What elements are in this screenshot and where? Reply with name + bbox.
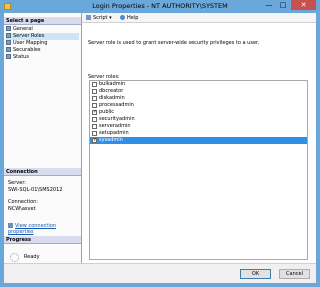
role-checkbox[interactable]	[92, 124, 97, 129]
button-bar: OK Cancel	[4, 263, 316, 283]
left-panel: Select a page General Server Roles User …	[4, 13, 82, 263]
role-bulkadmin[interactable]: bulkadmin	[90, 81, 307, 88]
page-icon	[6, 47, 11, 52]
minimize-button[interactable]: —	[262, 0, 276, 10]
role-serveradmin[interactable]: serveradmin	[90, 123, 307, 130]
page-item-status[interactable]: Status	[6, 54, 79, 61]
progress-status: Ready	[24, 254, 40, 260]
role-checkbox-checked[interactable]: ✓	[92, 138, 97, 143]
role-dbcreator[interactable]: dbcreator	[90, 88, 307, 95]
page-item-securables[interactable]: Securables	[6, 47, 79, 54]
role-checkbox[interactable]	[92, 117, 97, 122]
role-checkbox[interactable]	[92, 131, 97, 136]
help-button[interactable]: Help	[120, 15, 138, 21]
help-label: Help	[127, 15, 139, 21]
script-icon	[86, 15, 91, 20]
role-label: processadmin	[99, 102, 134, 108]
role-label: bulkadmin	[99, 81, 126, 87]
role-securityadmin[interactable]: securityadmin	[90, 116, 307, 123]
page-item-label: Server Roles	[13, 33, 45, 39]
server-roles-list[interactable]: bulkadmin dbcreator diskadmin processadm…	[89, 80, 308, 260]
page-item-general[interactable]: General	[6, 26, 79, 33]
close-button[interactable]: ✕	[291, 0, 316, 10]
page-item-label: Securables	[13, 47, 41, 53]
connection-header: Connection	[4, 168, 81, 176]
role-label: serveradmin	[99, 123, 131, 129]
select-page-header: Select a page	[4, 17, 81, 25]
page-item-user-mapping[interactable]: User Mapping	[6, 40, 79, 47]
role-setupadmin[interactable]: setupadmin	[90, 130, 307, 137]
page-icon	[6, 54, 11, 59]
role-checkbox[interactable]	[92, 103, 97, 108]
role-checkbox[interactable]	[92, 96, 97, 101]
dialog-client-area: Select a page General Server Roles User …	[4, 13, 316, 283]
role-sysadmin[interactable]: ✓ sysadmin	[90, 137, 307, 144]
role-label: dbcreator	[99, 88, 124, 94]
chevron-down-icon: ▾	[109, 15, 112, 21]
connection-value: NCW\asvet	[8, 206, 36, 212]
title-bar[interactable]: Login Properties - NT AUTHORITY\SYSTEM —…	[0, 0, 320, 13]
ok-button[interactable]: OK	[240, 269, 271, 279]
role-diskadmin[interactable]: diskadmin	[90, 95, 307, 102]
role-checkbox-checked[interactable]: ✓	[92, 110, 97, 115]
login-properties-window: Login Properties - NT AUTHORITY\SYSTEM —…	[0, 0, 320, 287]
maximize-button[interactable]: □	[276, 0, 290, 10]
role-label: diskadmin	[99, 95, 125, 101]
progress-header: Progress	[4, 236, 81, 244]
toolbar: Script ▾ Help	[82, 13, 316, 23]
role-label: setupadmin	[99, 130, 129, 136]
help-icon	[120, 15, 125, 20]
server-role-description: Server role is used to grant server-wide…	[88, 40, 260, 46]
role-checkbox[interactable]	[92, 82, 97, 87]
connection-properties-icon	[8, 223, 13, 228]
page-icon	[6, 40, 11, 45]
role-label: sysadmin	[99, 137, 123, 143]
server-value: SWI-SQL-01\SMS2012	[8, 187, 63, 193]
server-label: Server:	[8, 180, 26, 186]
page-icon	[6, 26, 11, 31]
connection-label: Connection:	[8, 199, 38, 205]
role-label: securityadmin	[99, 116, 135, 122]
page-icon	[6, 33, 11, 38]
cancel-button[interactable]: Cancel	[279, 269, 310, 279]
view-connection-properties-link[interactable]: View connection properties	[8, 223, 81, 235]
progress-spinner-icon	[10, 253, 19, 262]
page-item-label: General	[13, 26, 33, 32]
page-item-label: User Mapping	[13, 40, 48, 46]
page-item-server-roles[interactable]: Server Roles	[6, 33, 79, 40]
role-checkbox[interactable]	[92, 89, 97, 94]
page-item-label: Status	[13, 54, 29, 60]
view-connection-properties-label: View connection properties	[8, 223, 57, 235]
server-roles-page: Server role is used to grant server-wide…	[82, 23, 316, 263]
script-label: Script	[93, 15, 108, 21]
role-public[interactable]: ✓ public	[90, 109, 307, 116]
script-button[interactable]: Script ▾	[86, 15, 112, 21]
role-label: public	[99, 109, 115, 115]
role-processadmin[interactable]: processadmin	[90, 102, 307, 109]
